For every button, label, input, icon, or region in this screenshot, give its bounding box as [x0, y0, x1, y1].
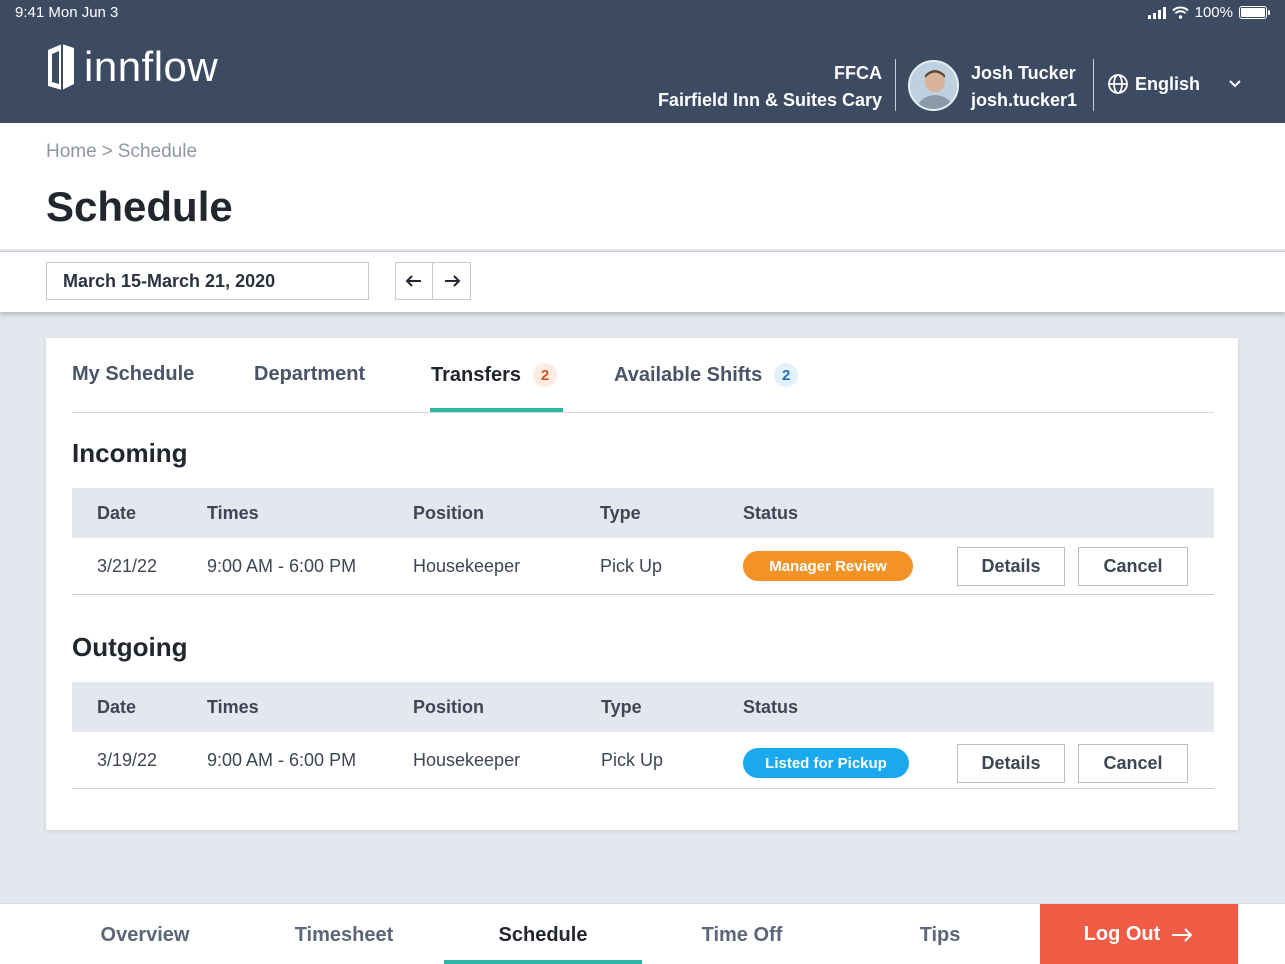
col-position: Position — [413, 697, 484, 717]
tab-label: My Schedule — [72, 363, 195, 385]
breadcrumb: Home > Schedule — [46, 141, 197, 163]
tab-department[interactable]: Department — [254, 363, 365, 386]
tab-transfers[interactable]: Transfers 2 — [431, 363, 558, 387]
arrow-right-logout-icon — [1172, 927, 1193, 942]
cell-times: 9:00 AM - 6:00 PM — [207, 750, 357, 770]
col-position: Position — [413, 503, 484, 523]
status-indicators: 100% — [1147, 4, 1270, 21]
app-header: 9:41 Mon Jun 3 100% innflow FFCA Fairfie… — [0, 0, 1285, 123]
cell-type: Pick Up — [600, 556, 663, 576]
incoming-table-header: Date Times Position Type Status — [72, 488, 1214, 538]
col-date: Date — [97, 697, 137, 717]
avatar[interactable] — [908, 60, 959, 111]
avatar-photo-icon — [910, 62, 957, 109]
nav-schedule[interactable]: Schedule — [444, 924, 642, 947]
next-week-button[interactable] — [433, 262, 471, 300]
battery-icon — [1239, 6, 1270, 19]
outgoing-heading: Outgoing — [72, 632, 188, 662]
brand-logo[interactable]: innflow — [46, 42, 218, 92]
cancel-button[interactable]: Cancel — [1078, 744, 1188, 783]
nav-time-off[interactable]: Time Off — [643, 924, 841, 947]
cell-position: Housekeeper — [413, 556, 521, 576]
nav-overview[interactable]: Overview — [46, 924, 244, 947]
logout-label: Log Out — [1083, 923, 1161, 945]
col-times: Times — [207, 697, 259, 717]
cell-date: 3/21/22 — [97, 556, 158, 576]
nav-timesheet[interactable]: Timesheet — [245, 924, 443, 947]
user-name: Josh Tucker — [971, 63, 1076, 83]
arrow-left-icon — [405, 275, 421, 287]
col-date: Date — [97, 503, 137, 523]
header-divider — [1093, 59, 1094, 111]
tab-label: Available Shifts — [614, 363, 763, 386]
logout-button[interactable]: Log Out — [1040, 904, 1238, 964]
innflow-logo-icon — [48, 44, 74, 90]
language-label: English — [1135, 73, 1201, 94]
table-row: 3/19/22 9:00 AM - 6:00 PM Housekeeper Pi… — [72, 732, 1214, 789]
col-type: Type — [601, 697, 642, 717]
col-status: Status — [743, 697, 799, 717]
property-info: FFCA Fairfield Inn & Suites Cary — [658, 60, 882, 114]
week-navigation — [395, 262, 471, 300]
status-badge: Listed for Pickup — [743, 748, 909, 778]
nav-tips[interactable]: Tips — [841, 924, 1039, 947]
cancel-button[interactable]: Cancel — [1078, 547, 1188, 586]
tab-label: Department — [254, 363, 366, 385]
table-row: 3/21/22 9:00 AM - 6:00 PM Housekeeper Pi… — [72, 538, 1214, 595]
org-name: Fairfield Inn & Suites Cary — [657, 90, 882, 110]
chevron-down-icon — [1229, 80, 1241, 88]
user-id: josh.tucker1 — [971, 90, 1078, 110]
language-selector[interactable]: English — [1107, 73, 1242, 95]
col-type: Type — [600, 503, 641, 523]
globe-icon — [1108, 74, 1128, 94]
breadcrumb-separator: > — [101, 141, 113, 162]
outgoing-table-header: Date Times Position Type Status — [72, 682, 1214, 732]
active-nav-indicator — [444, 960, 642, 964]
user-info[interactable]: Josh Tucker josh.tucker1 — [971, 60, 1077, 114]
previous-week-button[interactable] — [395, 262, 433, 300]
bottom-navigation: Overview Timesheet Schedule Time Off Tip… — [0, 903, 1285, 964]
incoming-heading: Incoming — [72, 438, 188, 468]
arrow-right-icon — [444, 275, 460, 287]
breadcrumb-current: Schedule — [117, 141, 198, 162]
status-time: 9:41 Mon Jun 3 — [15, 4, 119, 21]
battery-percent: 100% — [1194, 4, 1233, 21]
cell-times: 9:00 AM - 6:00 PM — [207, 556, 357, 576]
org-code: FFCA — [834, 63, 882, 83]
schedule-tabs: My Schedule Department Transfers 2 Avail… — [72, 338, 1214, 413]
wifi-icon — [1171, 6, 1189, 19]
tab-label: Transfers — [431, 363, 522, 386]
breadcrumb-home[interactable]: Home — [46, 141, 97, 163]
cell-date: 3/19/22 — [97, 750, 158, 770]
cellular-signal-icon — [1147, 6, 1166, 19]
available-shifts-count-badge: 2 — [774, 363, 799, 387]
status-badge: Manager Review — [743, 551, 913, 581]
details-button[interactable]: Details — [957, 744, 1065, 783]
date-range-field[interactable]: March 15-March 21, 2020 — [46, 262, 369, 300]
page-title: Schedule — [46, 183, 233, 230]
active-tab-indicator — [430, 408, 563, 412]
brand-name: innflow — [84, 43, 219, 90]
col-status: Status — [743, 503, 799, 523]
cell-position: Housekeeper — [413, 750, 521, 770]
header-divider — [895, 59, 896, 111]
transfers-count-badge: 2 — [533, 363, 558, 387]
transfers-card: My Schedule Department Transfers 2 Avail… — [46, 338, 1238, 830]
details-button[interactable]: Details — [957, 547, 1065, 586]
tab-available-shifts[interactable]: Available Shifts 2 — [614, 363, 799, 387]
col-times: Times — [207, 503, 259, 523]
date-toolbar: March 15-March 21, 2020 — [0, 251, 1285, 312]
cell-type: Pick Up — [601, 750, 664, 770]
tab-my-schedule[interactable]: My Schedule — [72, 363, 194, 386]
page-header: Home > Schedule Schedule — [0, 123, 1285, 249]
